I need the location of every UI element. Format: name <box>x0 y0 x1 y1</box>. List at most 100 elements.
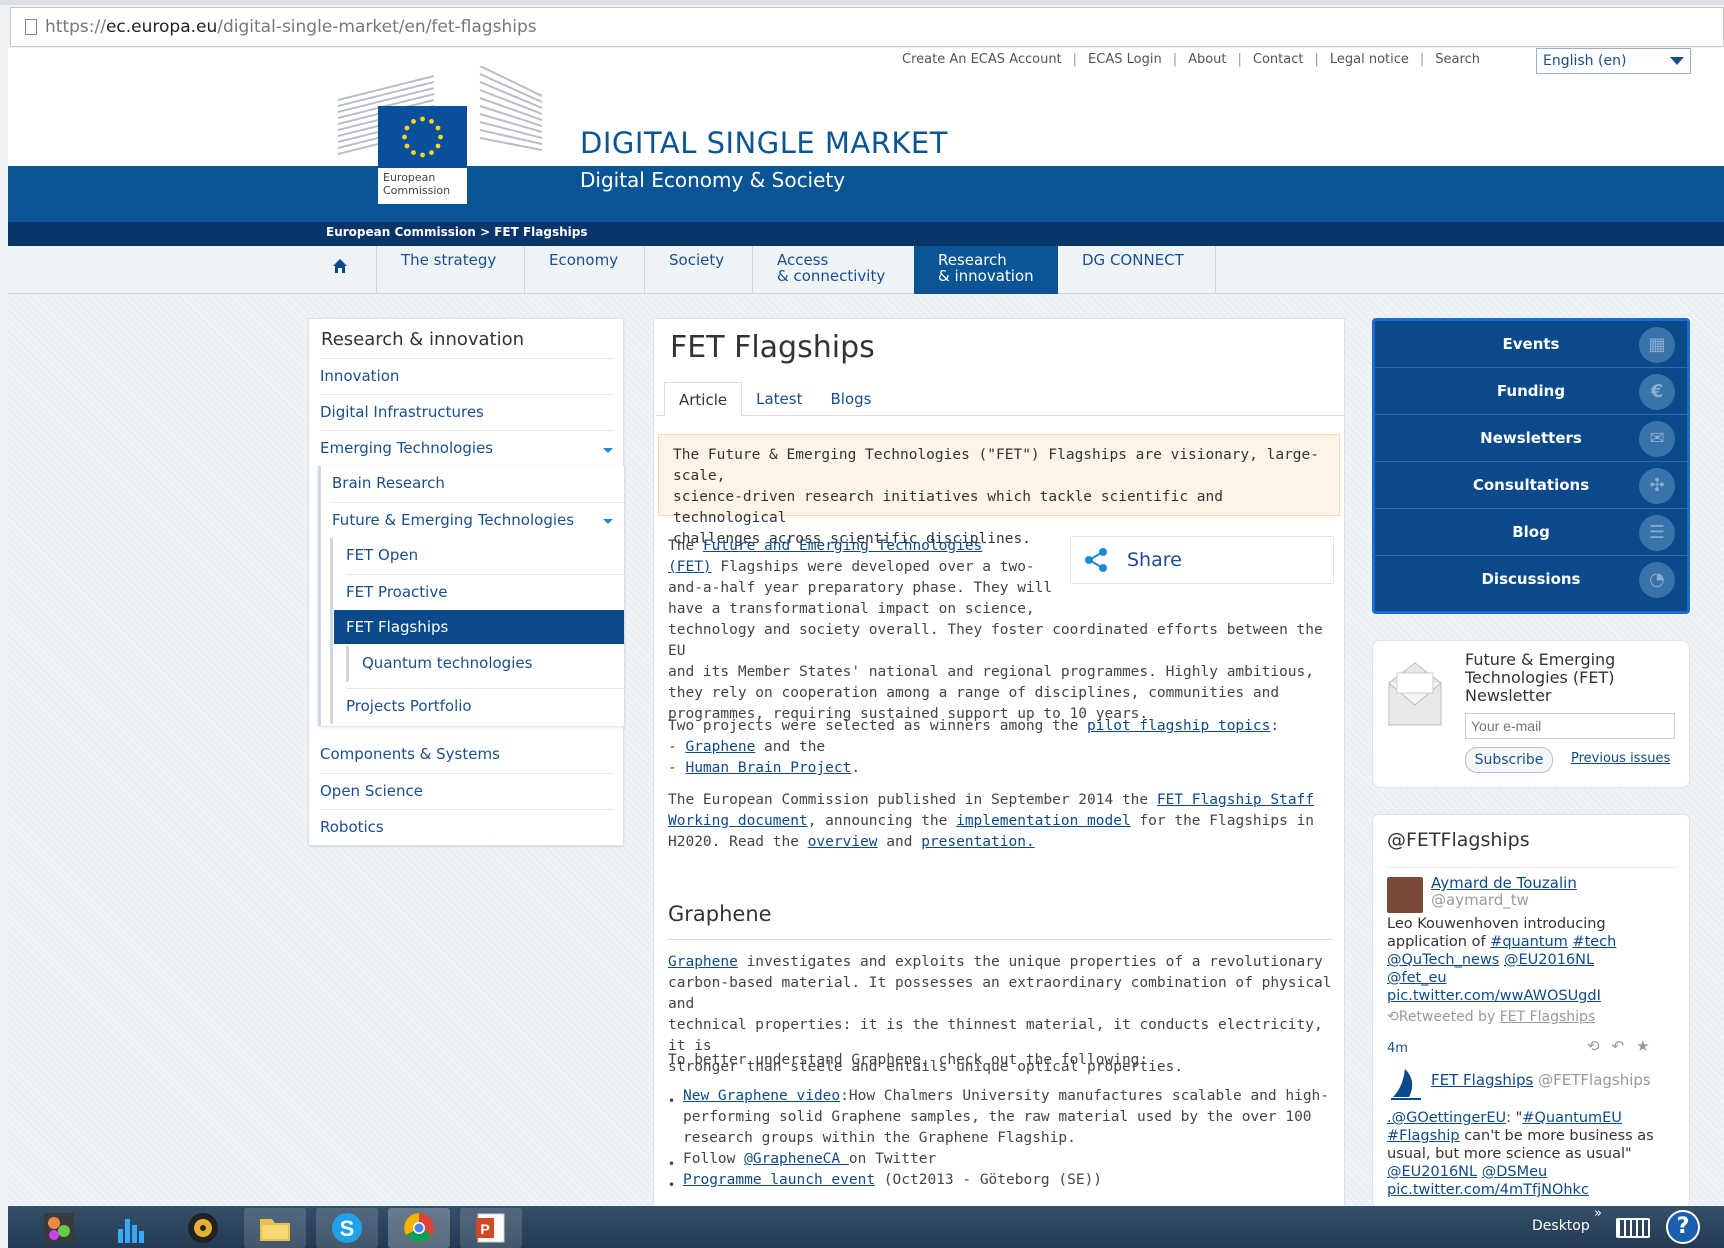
menu-consultations[interactable]: Consultations ✣ <box>1375 462 1687 509</box>
caret-down-icon <box>603 519 613 524</box>
sidebar-item-fet[interactable]: Future & Emerging Technologies <box>332 502 624 537</box>
share-button[interactable]: Share <box>1070 536 1334 584</box>
implementation-model-link[interactable]: implementation model <box>956 813 1131 829</box>
help-icon[interactable]: ? <box>1666 1210 1700 1244</box>
menu-events[interactable]: Events ▦ <box>1375 321 1687 368</box>
contact-link[interactable]: Contact <box>1253 52 1304 67</box>
list-item: Programme launch event (Oct2013 - Götebo… <box>683 1170 1343 1191</box>
taskbar-app-explorer-icon[interactable] <box>244 1208 306 1248</box>
nav-society[interactable]: Society <box>644 246 752 294</box>
nav-the-strategy[interactable]: The strategy <box>376 246 524 294</box>
sidebar-item-emerging-technologies[interactable]: Emerging Technologies <box>320 430 614 465</box>
tweet-text: Leo Kouwenhoven introducing application … <box>1387 915 1683 1005</box>
site-title[interactable]: DIGITAL SINGLE MARKET <box>580 126 948 160</box>
sidebar-item-fet-flagships[interactable]: FET Flagships <box>334 610 624 644</box>
address-bar[interactable]: https://ec.europa.eu/digital-single-mark… <box>10 7 1724 47</box>
menu-newsletters[interactable]: Newsletters ✉ <box>1375 415 1687 462</box>
menu-discussions[interactable]: Discussions ◔ <box>1375 556 1687 603</box>
email-field[interactable] <box>1465 713 1675 739</box>
taskbar-app-chrome-icon[interactable] <box>388 1208 450 1248</box>
url-prefix: https:// <box>45 17 106 37</box>
tweet-author-link[interactable]: FET Flagships <box>1431 1071 1533 1089</box>
mention-link[interactable]: @QuTech_news <box>1387 952 1499 968</box>
retweet-icon[interactable]: ⟲ <box>1587 1037 1612 1055</box>
tweet-time[interactable]: 4m <box>1387 1041 1408 1056</box>
previous-issues-link[interactable]: Previous issues <box>1571 751 1670 766</box>
sidebar-item-label: Quantum technologies <box>362 654 533 672</box>
tab-latest[interactable]: Latest <box>742 382 816 416</box>
graphene-link[interactable]: Graphene <box>685 739 755 755</box>
taskbar-app-paint-icon[interactable] <box>28 1208 90 1248</box>
graphene-ca-link[interactable]: @GrapheneCA <box>744 1151 849 1167</box>
mention-link[interactable]: @EU2016NL <box>1387 1164 1477 1180</box>
hashtag-link[interactable]: #Flagship <box>1387 1128 1460 1144</box>
star-icon[interactable]: ★ <box>1636 1037 1661 1055</box>
desktop-toolbar-label[interactable]: Desktop <box>1532 1218 1590 1234</box>
mention-link[interactable]: @EU2016NL <box>1504 952 1594 968</box>
nav-research-innovation[interactable]: Research & innovation <box>914 246 1058 294</box>
pilot-topics-link[interactable]: pilot flagship topics <box>1087 718 1270 734</box>
text: - <box>668 760 686 776</box>
nav-access-connectivity[interactable]: Access & connectivity <box>752 246 914 294</box>
taskbar-app-powerpoint-icon[interactable]: P <box>460 1208 522 1248</box>
text: and its Member States' national and regi… <box>668 664 1315 680</box>
sidebar-item-robotics[interactable]: Robotics <box>320 809 614 844</box>
pic-link[interactable]: pic.twitter.com/4mTfjNOhkc <box>1387 1182 1589 1198</box>
menu-blog[interactable]: Blog ☰ <box>1375 509 1687 556</box>
sidebar-item-components-systems[interactable]: Components & Systems <box>320 737 614 772</box>
tab-blogs[interactable]: Blogs <box>816 382 885 416</box>
breadcrumb[interactable]: European Commission > FET Flagships <box>326 225 588 239</box>
overview-link[interactable]: overview <box>808 834 878 850</box>
hashtag-link[interactable]: #QuantumEU <box>1522 1110 1622 1126</box>
sidebar-item-fet-proactive[interactable]: FET Proactive <box>346 574 624 609</box>
human-brain-link[interactable]: Human Brain Project <box>685 760 851 776</box>
sidebar-item-label: FET Flagships <box>346 618 449 636</box>
sidebar-item-quantum-technologies[interactable]: Quantum technologies <box>362 646 624 681</box>
nav-dg-connect[interactable]: DG CONNECT <box>1058 246 1216 294</box>
mention-link[interactable]: @fet_eu <box>1387 970 1447 986</box>
staff-document-link-2[interactable]: Working document <box>668 813 808 829</box>
sidebar-item-brain-research[interactable]: Brain Research <box>332 466 624 501</box>
nav-home[interactable] <box>318 246 376 294</box>
fet-link[interactable]: Future and Emerging Technologies <box>703 538 982 554</box>
nav-label-2: & innovation <box>938 267 1034 285</box>
ecas-login-link[interactable]: ECAS Login <box>1088 52 1162 67</box>
nav-economy[interactable]: Economy <box>524 246 644 294</box>
notice-line: science-driven research initiatives whic… <box>673 489 1223 526</box>
language-select[interactable]: English (en) <box>1536 48 1691 74</box>
launch-event-link[interactable]: Programme launch event <box>683 1172 875 1188</box>
mention-link[interactable]: @DSMeu <box>1482 1164 1548 1180</box>
legal-notice-link[interactable]: Legal notice <box>1330 52 1409 67</box>
tab-article[interactable]: Article <box>664 382 743 416</box>
graphene-project-link[interactable]: Graphene <box>668 954 738 970</box>
hashtag-link[interactable]: #quantum <box>1490 934 1568 950</box>
taskbar-app-media-icon[interactable] <box>172 1208 234 1248</box>
about-link[interactable]: About <box>1188 52 1226 67</box>
presentation-link[interactable]: presentation. <box>921 834 1035 850</box>
chevron-right-icon[interactable]: » <box>1594 1206 1602 1221</box>
sidebar-item-label: Components & Systems <box>320 745 500 763</box>
graphene-video-link[interactable]: New Graphene video <box>683 1088 840 1104</box>
search-link[interactable]: Search <box>1435 52 1480 67</box>
fet-abbrev-link[interactable]: (FET) <box>668 559 712 575</box>
sidebar-item-innovation[interactable]: Innovation <box>320 358 614 393</box>
sidebar-item-fet-open[interactable]: FET Open <box>346 538 624 573</box>
reply-icon[interactable]: ↶ <box>1612 1037 1637 1055</box>
retweeter-link[interactable]: FET Flagships <box>1500 1009 1596 1025</box>
sidebar-item-open-science[interactable]: Open Science <box>320 773 614 808</box>
subscribe-button[interactable]: Subscribe <box>1465 747 1553 773</box>
hashtag-link[interactable]: #tech <box>1572 934 1616 950</box>
taskbar-app-charts-icon[interactable] <box>100 1208 162 1248</box>
text: Future & Emerging <box>1465 650 1616 669</box>
create-ecas-link[interactable]: Create An ECAS Account <box>902 52 1062 67</box>
taskbar-app-skype-icon[interactable]: S <box>316 1208 378 1248</box>
text: and-a-half year preparatory phase. They … <box>668 580 1053 596</box>
staff-document-link[interactable]: FET Flagship Staff <box>1157 792 1314 808</box>
menu-funding[interactable]: Funding € <box>1375 368 1687 415</box>
mention-link[interactable]: .@GOettingerEU <box>1387 1110 1506 1126</box>
sidebar-item-projects-portfolio[interactable]: Projects Portfolio <box>346 688 624 723</box>
tweet-author-link[interactable]: Aymard de Touzalin <box>1431 874 1577 892</box>
pic-link[interactable]: pic.twitter.com/wwAWOSUgdI <box>1387 988 1601 1004</box>
keyboard-icon[interactable] <box>1616 1218 1650 1238</box>
sidebar-item-digital-infrastructures[interactable]: Digital Infrastructures <box>320 394 614 429</box>
